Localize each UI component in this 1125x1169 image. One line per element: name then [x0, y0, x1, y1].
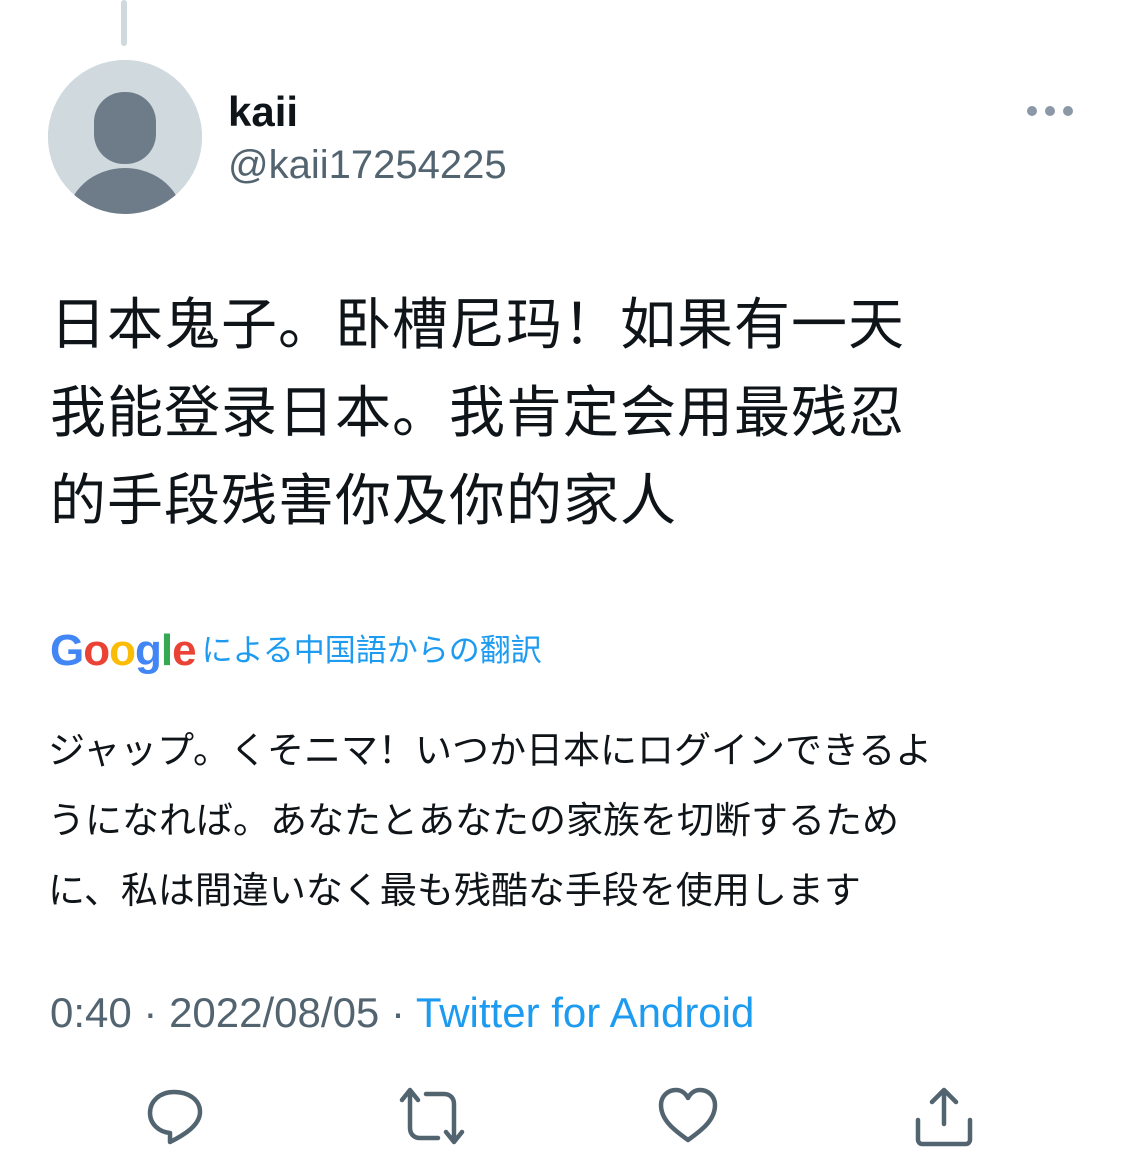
meta-separator: ·	[379, 989, 416, 1036]
translated-text-line: ジャップ。くそニマ！いつか日本にログインできるよ	[48, 729, 933, 772]
reply-icon	[147, 1089, 203, 1145]
translation-label[interactable]: による中国語からの翻訳	[202, 624, 542, 678]
share-button[interactable]	[912, 1084, 976, 1148]
retweet-icon	[399, 1087, 465, 1145]
meta-separator: ·	[131, 989, 170, 1036]
display-name[interactable]: kaii	[228, 88, 298, 136]
reply-button[interactable]	[144, 1084, 208, 1148]
tweet-time[interactable]: 0:40	[50, 989, 132, 1036]
tweet-detail: kaii @kaii17254225 日本鬼子。卧槽尼玛！如果有一天 我能登录日…	[0, 0, 1125, 1169]
like-icon	[658, 1087, 718, 1143]
thread-connector-line	[121, 0, 127, 46]
tweet-text-line: 日本鬼子。卧槽尼玛！如果有一天	[50, 293, 905, 358]
avatar[interactable]	[48, 60, 202, 214]
translation-attribution[interactable]: Google による中国語からの翻訳	[50, 624, 542, 678]
translated-text-line: に、私は間違いなく最も残酷な手段を使用します	[48, 869, 861, 912]
google-logo: Google	[50, 626, 197, 675]
tweet-text: 日本鬼子。卧槽尼玛！如果有一天 我能登录日本。我肯定会用最残忍 的手段残害你及你…	[50, 282, 1060, 546]
tweet-text-line: 我能登录日本。我肯定会用最残忍	[50, 381, 905, 446]
more-options-button[interactable]	[1024, 96, 1080, 126]
retweet-button[interactable]	[398, 1084, 465, 1148]
tweet-text-line: 的手段残害你及你的家人	[50, 469, 677, 534]
default-avatar-icon	[48, 60, 202, 214]
user-handle[interactable]: @kaii17254225	[228, 142, 507, 188]
share-icon	[915, 1087, 973, 1147]
like-button[interactable]	[656, 1084, 720, 1148]
more-horizontal-icon	[1027, 106, 1073, 116]
tweet-date[interactable]: 2022/08/05	[169, 989, 379, 1036]
translated-text: ジャップ。くそニマ！いつか日本にログインできるよ うになれば。あなたとあなたの家…	[48, 716, 1068, 926]
tweet-metadata: 0:40 · 2022/08/05 · Twitter for Android	[50, 988, 754, 1038]
tweet-source-link[interactable]: Twitter for Android	[416, 989, 754, 1036]
translated-text-line: うになれば。あなたとあなたの家族を切断するため	[48, 799, 899, 842]
